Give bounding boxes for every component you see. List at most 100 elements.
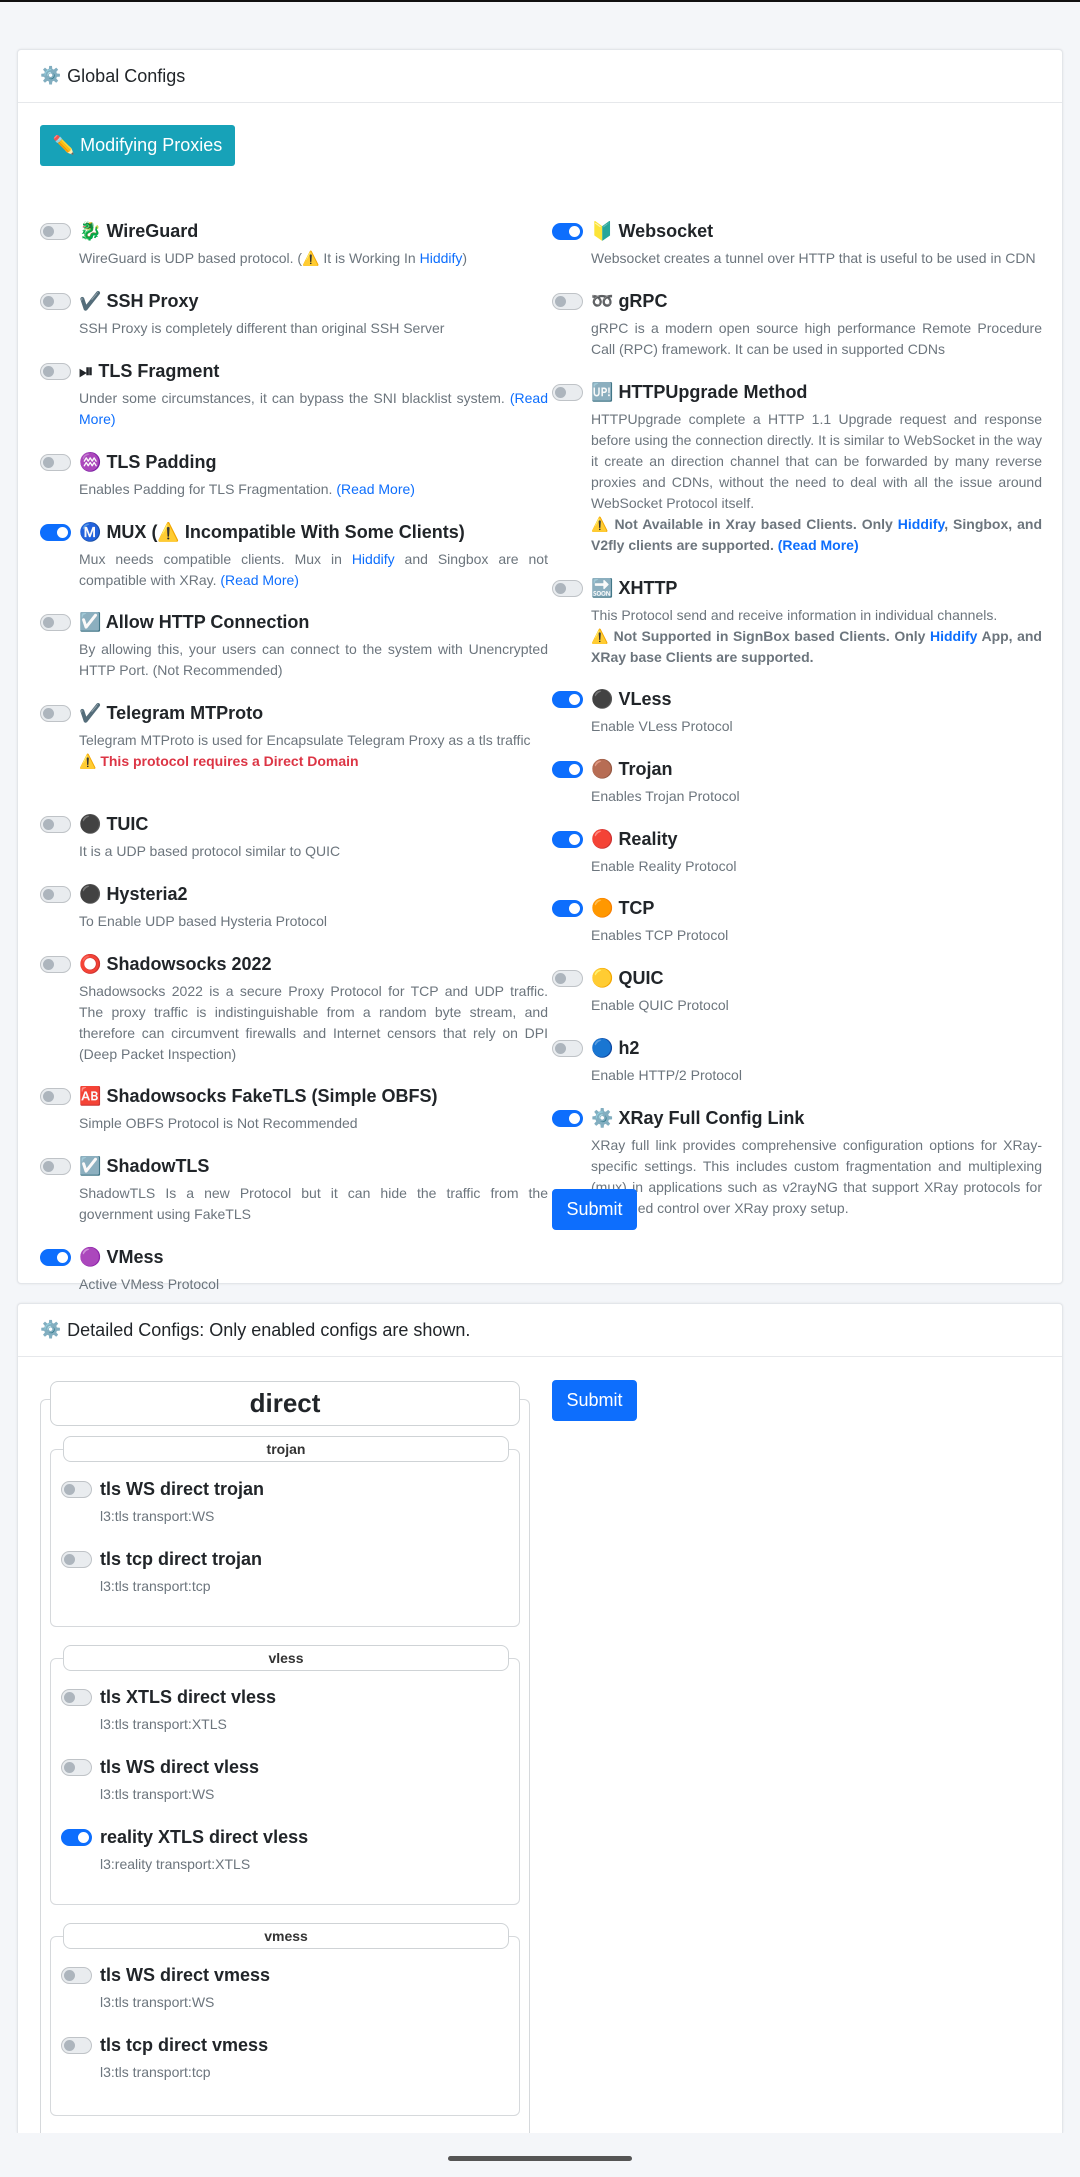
config-title: ✔️ SSH Proxy xyxy=(79,291,199,311)
config-desc: WireGuard is UDP based protocol. (⚠️ It … xyxy=(79,250,468,266)
gear-icon: ⚙️ xyxy=(40,1320,62,1339)
tls-ws-direct-trojan-toggle[interactable] xyxy=(61,1481,92,1498)
tls-ws-direct-vless-toggle[interactable] xyxy=(61,1759,92,1776)
tls-ws-direct-vmess-toggle[interactable] xyxy=(61,1967,92,1984)
direct-section-title: direct xyxy=(50,1381,520,1426)
tuic-toggle[interactable] xyxy=(40,816,71,833)
vmess-toggle[interactable] xyxy=(40,1249,71,1266)
hiddify-link[interactable]: Hiddify xyxy=(420,250,463,266)
config-desc: Telegram MTProto is used for Encapsulate… xyxy=(79,730,548,772)
config-desc: Enable HTTP/2 Protocol xyxy=(591,1067,742,1083)
detail-config-desc: l3:tls transport:WS xyxy=(100,1786,215,1802)
config-desc: Active VMess Protocol xyxy=(79,1276,220,1292)
config-title: ⏯ TLS Fragment xyxy=(79,361,220,381)
trojan-group: trojan tls WS direct trojan l3:tls trans… xyxy=(50,1436,520,1627)
home-indicator[interactable] xyxy=(448,2156,632,2161)
config-title: 🔵 h2 xyxy=(591,1038,640,1058)
black-circle-icon: ⚫ xyxy=(591,689,614,709)
config-desc: By allowing this, your users can connect… xyxy=(79,641,548,678)
config-desc: Simple OBFS Protocol is Not Recommended xyxy=(79,1115,358,1131)
check-mark-icon: ✔️ xyxy=(79,291,102,311)
detailed-configs-title: Detailed Configs: Only enabled configs a… xyxy=(67,1319,471,1340)
check-mark-icon: ✔️ xyxy=(79,703,102,723)
group-title: vmess xyxy=(63,1923,509,1949)
tls-xtls-direct-vless-toggle[interactable] xyxy=(61,1689,92,1706)
xray-full-link-toggle[interactable] xyxy=(552,1110,583,1127)
config-desc: HTTPUpgrade complete a HTTP 1.1 Upgrade … xyxy=(591,409,1042,556)
quic-toggle[interactable] xyxy=(552,970,583,987)
config-title: 🆙 HTTPUpgrade Method xyxy=(591,382,808,402)
allow-http-toggle[interactable] xyxy=(40,614,71,631)
detail-config-desc: l3:tls transport:XTLS xyxy=(100,1716,227,1732)
yellow-circle-icon: 🟡 xyxy=(591,968,614,988)
black-circle-icon: ⚫ xyxy=(79,814,102,834)
config-desc: Websocket creates a tunnel over HTTP tha… xyxy=(591,250,1036,266)
detailed-configs-card: ⚙️ Detailed Configs: Only enabled config… xyxy=(17,1303,1063,2134)
xhttp-warning: ⚠️ Not Supported in SignBox based Client… xyxy=(591,628,1042,665)
red-circle-icon: 🔴 xyxy=(591,829,614,849)
soon-arrow-icon: 🔜 xyxy=(591,578,614,598)
detail-config-desc: l3:reality transport:XTLS xyxy=(100,1856,251,1872)
aquarius-icon: ♒ xyxy=(79,452,102,472)
detail-config-desc: l3:tls transport:WS xyxy=(100,1508,215,1524)
config-title: 🟠 TCP xyxy=(591,898,655,918)
tcp-toggle[interactable] xyxy=(552,900,583,917)
tls-padding-toggle[interactable] xyxy=(40,454,71,471)
circled-m-icon: Ⓜ️ xyxy=(79,522,102,542)
global-submit-button[interactable]: Submit xyxy=(552,1189,637,1230)
config-desc: Enables TCP Protocol xyxy=(591,927,729,943)
h2-toggle[interactable] xyxy=(552,1040,583,1057)
vless-toggle[interactable] xyxy=(552,691,583,708)
ab-button-icon: 🆎 xyxy=(79,1086,102,1106)
vless-group: vless tls XTLS direct vless l3:tls trans… xyxy=(50,1645,520,1905)
beginner-icon: 🔰 xyxy=(591,221,614,241)
httpupgrade-toggle[interactable] xyxy=(552,384,583,401)
modifying-proxies-button[interactable]: ✏️ Modifying Proxies xyxy=(40,125,235,166)
shadowtls-toggle[interactable] xyxy=(40,1158,71,1175)
config-title: ✔️ Telegram MTProto xyxy=(79,703,264,723)
hiddify-link[interactable]: Hiddify xyxy=(898,516,944,532)
detailed-configs-header: ⚙️ Detailed Configs: Only enabled config… xyxy=(18,1304,1062,1357)
config-title: ☑️ Allow HTTP Connection xyxy=(79,612,310,632)
detail-config-title: tls XTLS direct vless xyxy=(100,1687,277,1707)
xhttp-toggle[interactable] xyxy=(552,580,583,597)
reality-xtls-direct-vless-toggle[interactable] xyxy=(61,1829,92,1846)
group-title: vless xyxy=(63,1645,509,1671)
hiddify-link[interactable]: Hiddify xyxy=(930,628,977,644)
tls-tcp-direct-trojan-toggle[interactable] xyxy=(61,1551,92,1568)
tls-fragment-toggle[interactable] xyxy=(40,363,71,380)
detailed-submit-button[interactable]: Submit xyxy=(552,1380,637,1421)
hysteria2-toggle[interactable] xyxy=(40,886,71,903)
trojan-toggle[interactable] xyxy=(552,761,583,778)
config-desc: Enables Trojan Protocol xyxy=(591,788,740,804)
tls-tcp-direct-vmess-toggle[interactable] xyxy=(61,2037,92,2054)
hiddify-link[interactable]: Hiddify xyxy=(352,551,395,567)
config-title: ⭕ Shadowsocks 2022 xyxy=(79,954,272,974)
shadowsocks-faketls-toggle[interactable] xyxy=(40,1088,71,1105)
detail-config-title: tls WS direct vmess xyxy=(100,1965,271,1985)
config-title: 🟣 VMess xyxy=(79,1247,164,1267)
reality-toggle[interactable] xyxy=(552,831,583,848)
ssh-proxy-toggle[interactable] xyxy=(40,293,71,310)
mux-toggle[interactable] xyxy=(40,524,71,541)
config-desc: XRay full link provides comprehensive co… xyxy=(591,1137,1042,1216)
orange-circle-icon: 🟠 xyxy=(591,898,614,918)
checkbox-icon: ☑️ xyxy=(79,612,102,632)
config-title: ⚙️ XRay Full Config Link xyxy=(591,1108,805,1128)
config-desc: Enables Padding for TLS Fragmentation. (… xyxy=(79,481,415,497)
detail-config-title: reality XTLS direct vless xyxy=(100,1827,309,1847)
read-more-link[interactable]: (Read More) xyxy=(220,572,299,588)
bottom-navigation-area xyxy=(0,2133,1080,2177)
httpupgrade-warning: ⚠️ Not Available in Xray based Clients. … xyxy=(591,516,1042,553)
websocket-toggle[interactable] xyxy=(552,223,583,240)
read-more-link[interactable]: (Read More) xyxy=(336,481,415,497)
config-title: ⚫ TUIC xyxy=(79,814,149,834)
read-more-link[interactable]: (Read More) xyxy=(778,537,859,553)
telegram-mtproto-toggle[interactable] xyxy=(40,705,71,722)
grpc-toggle[interactable] xyxy=(552,293,583,310)
direct-domain-warning: ⚠️ This protocol requires a Direct Domai… xyxy=(79,753,359,769)
wireguard-toggle[interactable] xyxy=(40,223,71,240)
config-title: 🔴 Reality xyxy=(591,829,678,849)
config-title: 🆎 Shadowsocks FakeTLS (Simple OBFS) xyxy=(79,1086,438,1106)
shadowsocks-2022-toggle[interactable] xyxy=(40,956,71,973)
